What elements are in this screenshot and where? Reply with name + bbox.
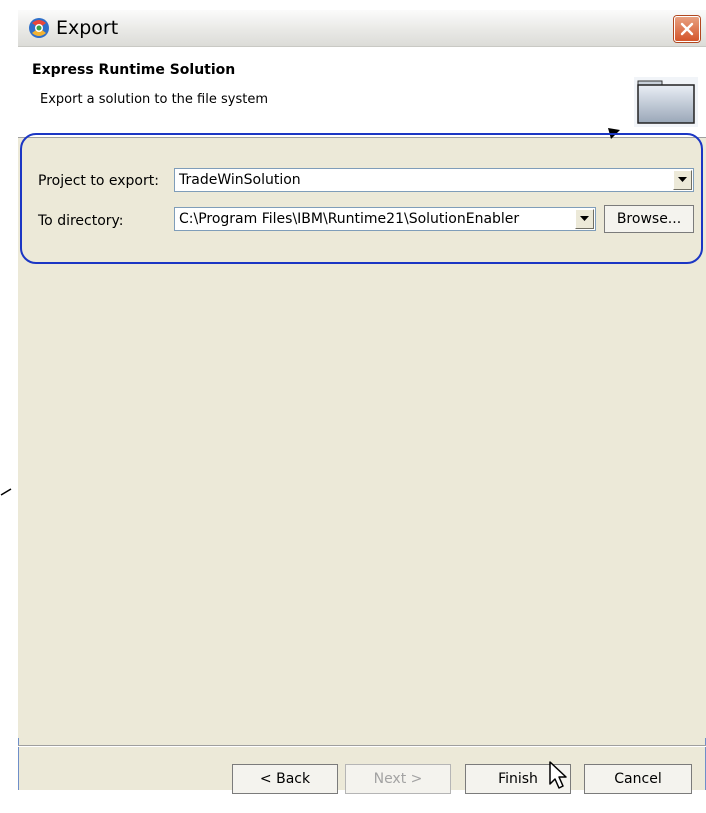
tick-mark [0, 488, 12, 496]
folder-icon [634, 77, 698, 127]
highlight-outline [20, 133, 703, 264]
wizard-header: Express Runtime Solution Export a soluti… [18, 47, 706, 138]
next-button[interactable]: Next > [345, 764, 451, 794]
eclipse-app-icon [29, 18, 49, 38]
mouse-pointer-icon [549, 761, 567, 789]
window-title: Export [56, 17, 119, 39]
header-title: Express Runtime Solution [32, 62, 236, 78]
cancel-button[interactable]: Cancel [584, 764, 692, 794]
back-button[interactable]: < Back [232, 764, 338, 794]
close-button[interactable] [674, 16, 700, 42]
title-bar[interactable]: Export [18, 10, 706, 47]
button-separator [18, 745, 706, 747]
close-icon [680, 22, 694, 36]
header-subtitle: Export a solution to the file system [40, 92, 268, 107]
